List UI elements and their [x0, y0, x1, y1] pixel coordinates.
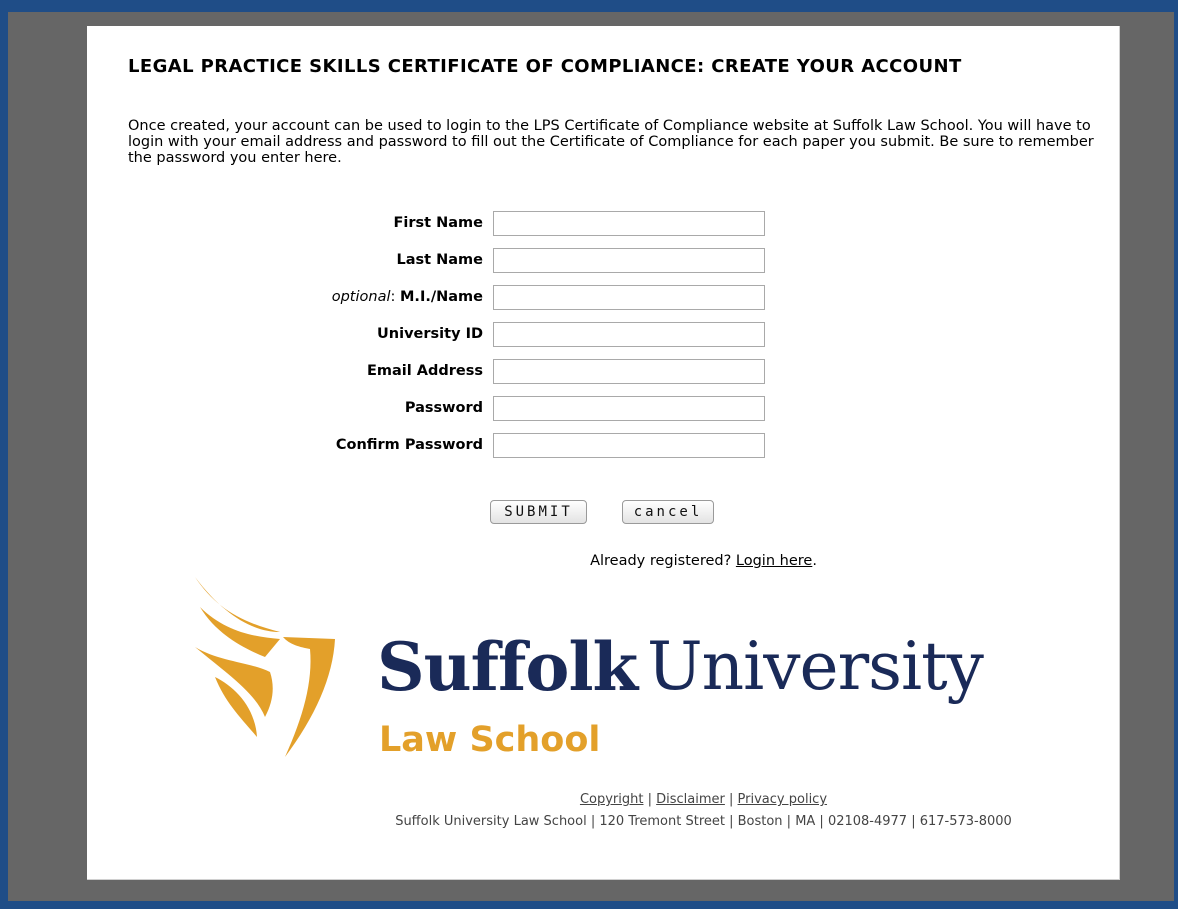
last-name-field[interactable]: [493, 248, 765, 273]
login-prompt-text: Already registered?: [590, 553, 732, 569]
password-field[interactable]: [493, 396, 765, 421]
login-prompt: Already registered? Login here.: [590, 553, 817, 569]
mi-label-group: optional: M.I./Name: [331, 289, 483, 305]
logo-wordmark-suffolk: Suffolk: [377, 628, 638, 706]
email-field[interactable]: [493, 359, 765, 384]
submit-button[interactable]: SUBMIT: [490, 500, 587, 524]
password-row: Password: [87, 396, 1119, 421]
footer-links: Copyright | Disclaimer | Privacy policy: [579, 792, 828, 807]
mi-label: M.I./Name: [400, 289, 483, 305]
email-row: Email Address: [87, 359, 1119, 384]
university-id-field[interactable]: [493, 322, 765, 347]
cancel-button[interactable]: cancel: [622, 500, 714, 524]
mi-name-field[interactable]: [493, 285, 765, 310]
disclaimer-link[interactable]: Disclaimer: [656, 792, 725, 807]
last-name-label: Last Name: [396, 252, 484, 268]
email-label: Email Address: [366, 363, 483, 379]
page-container: LEGAL PRACTICE SKILLS CERTIFICATE OF COM…: [87, 26, 1120, 880]
page-title: LEGAL PRACTICE SKILLS CERTIFICATE OF COM…: [128, 56, 962, 77]
first-name-label: First Name: [393, 215, 484, 231]
password-label: Password: [404, 400, 483, 416]
confirm-password-field[interactable]: [493, 433, 765, 458]
confirm-password-row: Confirm Password: [87, 433, 1119, 458]
logo-subtitle-law-school: Law School: [379, 720, 601, 760]
copyright-link[interactable]: Copyright: [580, 792, 644, 807]
footer-address: Suffolk University Law School | 120 Trem…: [395, 814, 1012, 829]
optional-prefix: optional: [331, 289, 391, 305]
login-link[interactable]: Login here: [736, 553, 812, 569]
intro-text: Once created, your account can be used t…: [128, 118, 1094, 166]
last-name-row: Last Name: [87, 248, 1119, 273]
first-name-row: First Name: [87, 211, 1119, 236]
browser-frame: LEGAL PRACTICE SKILLS CERTIFICATE OF COM…: [8, 12, 1174, 901]
university-id-label: University ID: [377, 326, 483, 342]
first-name-field[interactable]: [493, 211, 765, 236]
confirm-password-label: Confirm Password: [335, 437, 483, 453]
flame-logo-icon: [195, 577, 335, 757]
mi-row: optional: M.I./Name: [87, 285, 1119, 310]
logo-wordmark-university: University: [647, 628, 984, 705]
privacy-policy-link[interactable]: Privacy policy: [738, 792, 827, 807]
university-id-row: University ID: [87, 322, 1119, 347]
